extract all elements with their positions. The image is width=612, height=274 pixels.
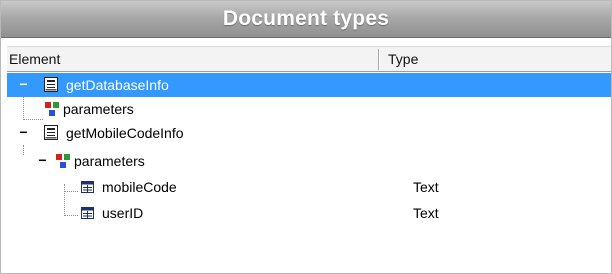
tree-item-parameters[interactable]: parameters [7, 97, 611, 121]
tree-item-label: getDatabaseInfo [66, 77, 169, 93]
parameters-icon [45, 102, 59, 119]
document-type-icon [44, 125, 58, 143]
document-tree[interactable]: − getDatabaseInfo parameters − getMobile… [7, 73, 611, 273]
tree-item-label: parameters [74, 153, 145, 169]
panel-title-bar: Document types [1, 1, 611, 38]
tree-item-label: getMobileCodeInfo [66, 125, 184, 141]
collapse-toggle[interactable]: − [37, 153, 48, 167]
tree-item-label: parameters [63, 101, 134, 117]
parameters-icon [56, 154, 70, 171]
element-type: Text [413, 179, 439, 195]
document-type-icon [44, 77, 58, 95]
tree-item-label: mobileCode [102, 179, 177, 195]
panel-title: Document types [222, 7, 390, 30]
column-header: Element Type [7, 46, 611, 72]
column-header-type[interactable]: Type [380, 47, 611, 72]
tree-item-mobilecode[interactable]: mobileCode Text [7, 175, 611, 199]
tree-item-parameters[interactable]: − parameters [7, 149, 611, 173]
tree-item-userid[interactable]: userID Text [7, 201, 611, 225]
tree-item-label: userID [102, 205, 144, 221]
document-types-panel: Document types Element Type − getDatabas… [0, 0, 612, 274]
tree-item-getdatabaseinfo[interactable]: − getDatabaseInfo [7, 73, 611, 97]
field-icon [81, 206, 94, 222]
collapse-toggle[interactable]: − [18, 125, 29, 139]
collapse-toggle[interactable]: − [18, 77, 29, 91]
tree-item-getmobilecodeinfo[interactable]: − getMobileCodeInfo [7, 121, 611, 145]
element-type: Text [413, 205, 439, 221]
field-icon [81, 180, 94, 196]
column-header-element[interactable]: Element [7, 47, 379, 72]
